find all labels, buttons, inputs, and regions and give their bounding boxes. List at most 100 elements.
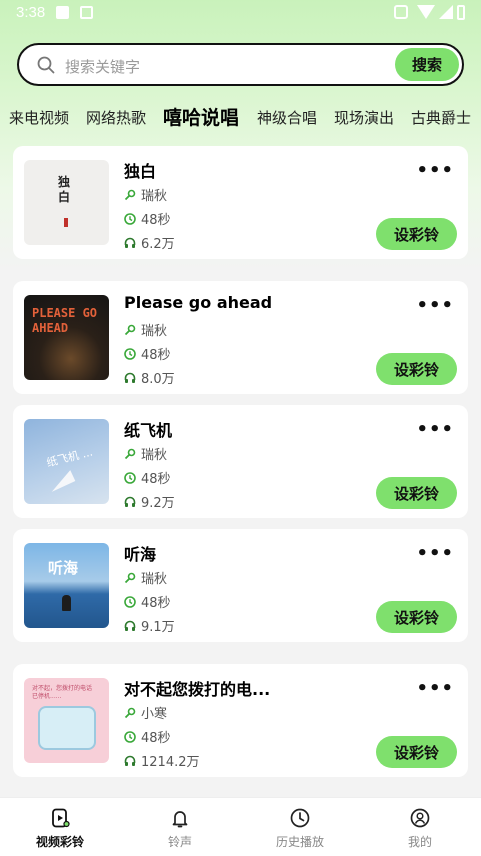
headphones-icon: [124, 372, 136, 383]
microphone-icon: [124, 448, 136, 460]
song-duration: 48秒: [124, 344, 171, 363]
song-artist: 瑞秋: [124, 185, 167, 204]
search-bar[interactable]: 搜索关键字 搜索: [17, 43, 464, 86]
signal-icon: [439, 5, 453, 19]
microphone-icon: [124, 707, 136, 719]
headphones-icon: [124, 620, 136, 631]
song-title: 独白: [124, 162, 157, 181]
song-cover[interactable]: PLEASE GO AHEAD: [24, 295, 109, 380]
nav-label: 视频彩铃: [35, 835, 84, 849]
set-ringtone-button[interactable]: 设彩铃: [376, 477, 457, 509]
tab-internet-hits[interactable]: 网络热歌: [86, 107, 146, 128]
category-tabs: 来电视频 网络热歌 嘻哈说唱 神级合唱 现场演出 古典爵士: [0, 101, 481, 133]
microphone-icon: [124, 572, 136, 584]
bell-icon: [172, 811, 188, 828]
set-ringtone-button[interactable]: 设彩铃: [376, 736, 457, 768]
song-cover[interactable]: 纸飞机 ...: [24, 419, 109, 504]
song-cover[interactable]: 听海: [24, 543, 109, 628]
more-icon[interactable]: •••: [416, 295, 454, 316]
video-ringtone-icon: [52, 808, 70, 828]
song-card[interactable]: 听海 听海 瑞秋 48秒 9.1万 ••• 设彩铃: [13, 529, 468, 642]
song-artist: 瑞秋: [124, 568, 167, 587]
clock-icon: [124, 596, 136, 608]
song-card[interactable]: 纸飞机 ... 纸飞机 瑞秋 48秒 9.2万 ••• 设彩铃: [13, 405, 468, 518]
set-ringtone-button[interactable]: 设彩铃: [376, 218, 457, 250]
nav-label: 我的: [407, 835, 432, 849]
tab-classical-jazz[interactable]: 古典爵士: [411, 107, 471, 128]
more-icon[interactable]: •••: [416, 678, 454, 699]
cover-text: 独 白: [58, 175, 71, 204]
cover-text: 纸飞机 ...: [45, 445, 94, 470]
nav-history[interactable]: 历史播放: [240, 798, 360, 856]
artist-name: 瑞秋: [141, 572, 168, 587]
nav-label: 铃声: [167, 835, 192, 849]
bottom-navigation: 视频彩铃 铃声 历史播放 我的: [0, 797, 481, 856]
song-card[interactable]: 独 白 独白 瑞秋 48秒 6.2万 ••• 设彩铃: [13, 146, 468, 259]
cover-figure: [62, 595, 71, 611]
song-plays: 1214.2万: [124, 751, 200, 770]
duration-value: 48秒: [141, 731, 171, 746]
song-title: 纸飞机: [124, 421, 173, 440]
song-artist: 瑞秋: [124, 444, 167, 463]
nav-ringtone[interactable]: 铃声: [120, 798, 240, 856]
tab-chorus[interactable]: 神级合唱: [257, 107, 317, 128]
tab-live-performance[interactable]: 现场演出: [334, 107, 394, 128]
more-icon[interactable]: •••: [416, 419, 454, 440]
set-ringtone-button[interactable]: 设彩铃: [376, 601, 457, 633]
nav-label: 历史播放: [275, 835, 324, 849]
artist-name: 瑞秋: [141, 324, 168, 339]
song-duration: 48秒: [124, 727, 171, 746]
artist-name: 瑞秋: [141, 448, 168, 463]
song-plays: 8.0万: [124, 368, 175, 387]
song-title: Please go ahead: [124, 293, 273, 312]
notification-icon: [80, 6, 93, 19]
headphones-icon: [124, 237, 136, 248]
headphones-icon: [124, 496, 136, 507]
status-time: 3:38: [16, 4, 46, 21]
more-icon[interactable]: •••: [416, 160, 454, 181]
battery-icon: [457, 5, 465, 20]
plays-value: 6.2万: [141, 237, 175, 252]
song-artist: 小寒: [124, 703, 167, 722]
search-input[interactable]: 搜索关键字: [65, 56, 140, 77]
nav-profile[interactable]: 我的: [360, 798, 480, 856]
search-button[interactable]: 搜索: [395, 48, 459, 81]
paper-plane-graphic: [46, 470, 76, 492]
clock-icon: [290, 808, 310, 828]
tab-hiphop-rap[interactable]: 嘻哈说唱: [163, 103, 239, 130]
cover-figure: [64, 218, 68, 227]
song-duration: 48秒: [124, 209, 171, 228]
clock-icon: [124, 348, 136, 360]
song-title: 听海: [124, 545, 157, 564]
song-duration: 48秒: [124, 468, 171, 487]
clock-icon: [124, 472, 136, 484]
song-duration: 48秒: [124, 592, 171, 611]
song-plays: 9.2万: [124, 492, 175, 511]
artist-name: 小寒: [141, 707, 168, 722]
tab-incoming-call-video[interactable]: 来电视频: [9, 107, 69, 128]
nav-video-ringtone[interactable]: 视频彩铃: [0, 798, 120, 856]
song-card[interactable]: PLEASE GO AHEAD Please go ahead 瑞秋 48秒 8…: [13, 281, 468, 394]
duration-value: 48秒: [141, 348, 171, 363]
song-cover[interactable]: 独 白: [24, 160, 109, 245]
set-ringtone-button[interactable]: 设彩铃: [376, 353, 457, 385]
song-title: 对不起您拨打的电...: [124, 680, 271, 699]
microphone-icon: [124, 324, 136, 336]
cover-board-graphic: [38, 706, 96, 750]
song-plays: 6.2万: [124, 233, 175, 252]
song-cover[interactable]: 对不起，您拨打的电话 已停机......: [24, 678, 109, 763]
artist-name: 瑞秋: [141, 189, 168, 204]
vibrate-icon: [394, 5, 408, 19]
search-icon: [37, 56, 55, 74]
clock-icon: [124, 731, 136, 743]
plays-value: 9.2万: [141, 496, 175, 511]
duration-value: 48秒: [141, 472, 171, 487]
duration-value: 48秒: [141, 596, 171, 611]
plays-value: 9.1万: [141, 620, 175, 635]
song-plays: 9.1万: [124, 616, 175, 635]
more-icon[interactable]: •••: [416, 543, 454, 564]
headphones-icon: [124, 755, 136, 766]
cover-text: 对不起，您拨打的电话 已停机......: [32, 685, 93, 700]
song-card[interactable]: 对不起，您拨打的电话 已停机...... 对不起您拨打的电... 小寒 48秒 …: [13, 664, 468, 777]
song-artist: 瑞秋: [124, 320, 167, 339]
